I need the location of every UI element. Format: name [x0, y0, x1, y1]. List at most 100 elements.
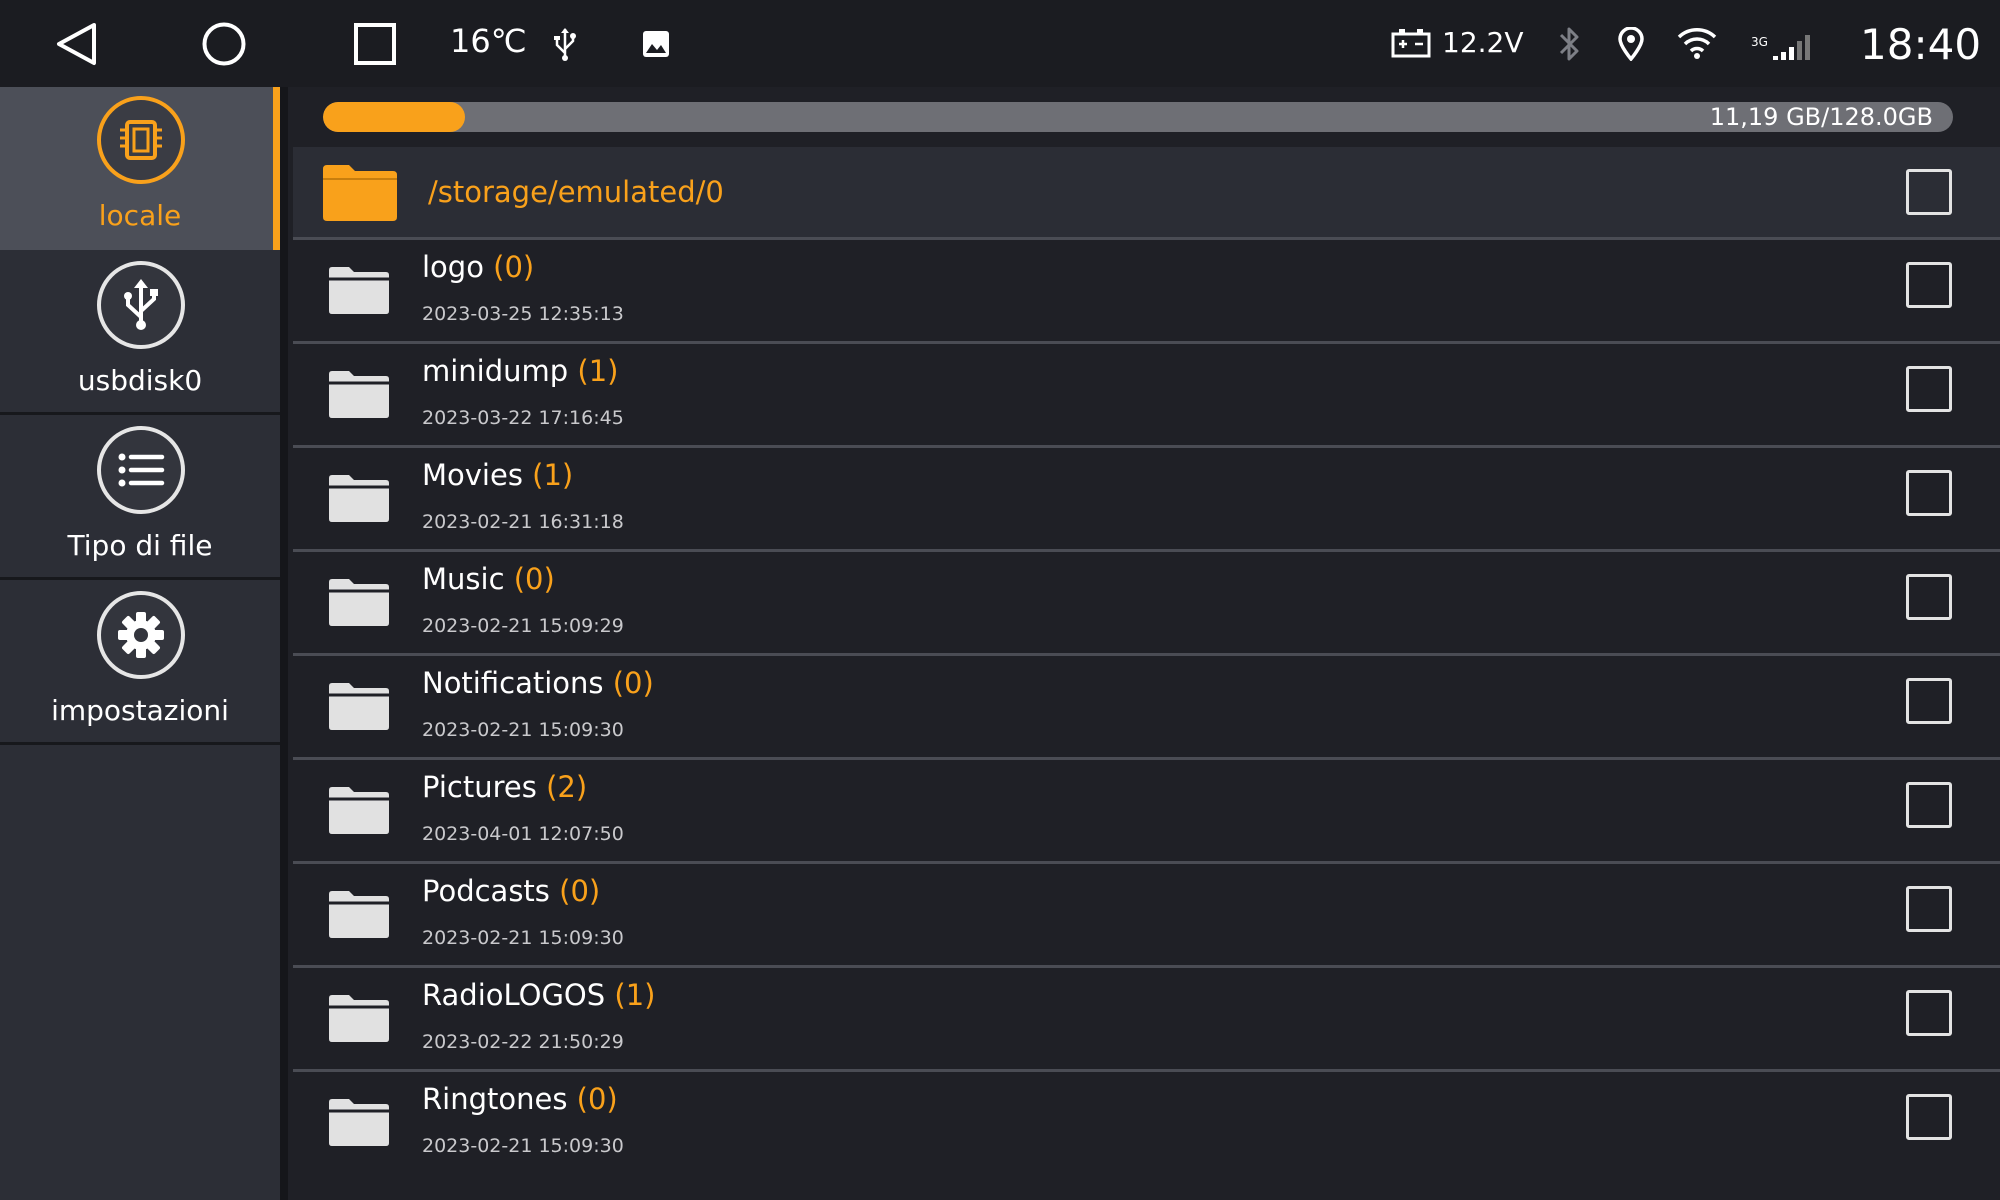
network-type-label: 3G: [1751, 35, 1768, 49]
bluetooth-icon: [1553, 24, 1585, 64]
sidebar: locale usbdisk0 Tipo di file impostazion…: [0, 87, 280, 1200]
sidebar-item-label: Tipo di file: [67, 529, 213, 562]
folder-open-icon: [323, 165, 397, 225]
voltage-text: 12.2V: [1442, 26, 1524, 59]
sidebar-divider: [280, 87, 288, 1200]
file-name: RadioLOGOS (1): [422, 978, 655, 1012]
file-name: Podcasts (0): [422, 874, 600, 908]
folder-name: Pictures: [422, 770, 537, 804]
file-date: 2023-04-01 12:07:50: [422, 823, 624, 845]
home-icon[interactable]: [198, 18, 250, 70]
item-count: (0): [612, 666, 654, 700]
battery-icon: [1390, 26, 1432, 60]
item-count: (0): [576, 1082, 618, 1116]
sidebar-item-tipo-di-file[interactable]: Tipo di file: [0, 417, 280, 580]
folder-icon: [329, 682, 389, 734]
row-checkbox[interactable]: [1906, 366, 1952, 412]
usb-icon: [97, 261, 185, 349]
item-count: (1): [532, 458, 574, 492]
folder-name: minidump: [422, 354, 569, 388]
file-name: Movies (1): [422, 458, 573, 492]
status-bar: 16℃ 12.2V 3G 18:40: [0, 0, 2000, 87]
sidebar-item-impostazioni[interactable]: impostazioni: [0, 582, 280, 745]
wifi-icon: [1675, 24, 1719, 62]
row-checkbox[interactable]: [1906, 262, 1952, 308]
file-row[interactable]: Music (0) 2023-02-21 15:09:29: [293, 549, 2000, 653]
file-row[interactable]: Podcasts (0) 2023-02-21 15:09:30: [293, 861, 2000, 965]
folder-name: Podcasts: [422, 874, 550, 908]
sidebar-item-label: usbdisk0: [77, 364, 203, 397]
file-name: Music (0): [422, 562, 555, 596]
back-icon[interactable]: [48, 18, 104, 70]
sidebar-item-locale[interactable]: locale: [0, 87, 280, 250]
file-row[interactable]: Pictures (2) 2023-04-01 12:07:50: [293, 757, 2000, 861]
signal-icon: [1770, 30, 1816, 64]
folder-name: Music: [422, 562, 505, 596]
item-count: (0): [513, 562, 555, 596]
file-row[interactable]: Notifications (0) 2023-02-21 15:09:30: [293, 653, 2000, 757]
file-row[interactable]: RadioLOGOS (1) 2023-02-22 21:50:29: [293, 965, 2000, 1069]
folder-icon: [329, 578, 389, 630]
file-row[interactable]: Movies (1) 2023-02-21 16:31:18: [293, 445, 2000, 549]
storage-usage-text: 11,19 GB/128.0GB: [1709, 103, 1933, 131]
storage-usage-fill: [323, 102, 465, 132]
select-all-checkbox[interactable]: [1906, 169, 1952, 215]
clock-text: 18:40: [1860, 20, 1982, 69]
item-count: (2): [546, 770, 588, 804]
storage-chip-icon: [97, 96, 185, 184]
sidebar-separator: [0, 412, 280, 415]
file-name: minidump (1): [422, 354, 619, 388]
row-checkbox[interactable]: [1906, 574, 1952, 620]
usb-icon: [550, 26, 580, 62]
file-name: logo (0): [422, 250, 534, 284]
storage-usage-bar: 11,19 GB/128.0GB: [323, 102, 1953, 132]
folder-icon: [329, 1098, 389, 1150]
row-checkbox[interactable]: [1906, 470, 1952, 516]
folder-icon: [329, 890, 389, 942]
image-icon: [640, 28, 672, 60]
current-path-row[interactable]: /storage/emulated/0: [293, 147, 2000, 237]
file-row[interactable]: Ringtones (0) 2023-02-21 15:09:30: [293, 1069, 2000, 1173]
sidebar-item-usbdisk0[interactable]: usbdisk0: [0, 252, 280, 415]
folder-name: logo: [422, 250, 484, 284]
file-row[interactable]: logo (0) 2023-03-25 12:35:13: [293, 237, 2000, 341]
row-checkbox[interactable]: [1906, 886, 1952, 932]
folder-icon: [329, 994, 389, 1046]
file-date: 2023-02-21 15:09:29: [422, 615, 624, 637]
row-checkbox[interactable]: [1906, 678, 1952, 724]
row-checkbox[interactable]: [1906, 782, 1952, 828]
file-date: 2023-03-22 17:16:45: [422, 407, 624, 429]
sidebar-separator: [0, 577, 280, 580]
gear-icon: [97, 591, 185, 679]
folder-icon: [329, 370, 389, 422]
file-row[interactable]: minidump (1) 2023-03-22 17:16:45: [293, 341, 2000, 445]
folder-icon: [329, 266, 389, 318]
file-name: Pictures (2): [422, 770, 587, 804]
file-date: 2023-02-21 15:09:30: [422, 1135, 624, 1157]
file-date: 2023-02-21 15:09:30: [422, 927, 624, 949]
folder-name: Ringtones: [422, 1082, 568, 1116]
current-path: /storage/emulated/0: [428, 175, 724, 209]
recents-icon[interactable]: [350, 20, 400, 68]
file-date: 2023-02-21 16:31:18: [422, 511, 624, 533]
folder-name: Notifications: [422, 666, 604, 700]
file-name: Ringtones (0): [422, 1082, 618, 1116]
item-count: (1): [577, 354, 619, 388]
item-count: (0): [559, 874, 601, 908]
item-count: (1): [614, 978, 656, 1012]
sidebar-separator: [0, 742, 280, 745]
active-indicator: [273, 87, 280, 250]
folder-name: RadioLOGOS: [422, 978, 606, 1012]
row-checkbox[interactable]: [1906, 1094, 1952, 1140]
file-date: 2023-03-25 12:35:13: [422, 303, 624, 325]
file-date: 2023-02-21 15:09:30: [422, 719, 624, 741]
folder-icon: [329, 786, 389, 838]
location-icon: [1615, 26, 1647, 62]
file-date: 2023-02-22 21:50:29: [422, 1031, 624, 1053]
sidebar-item-label: locale: [98, 199, 182, 232]
file-name: Notifications (0): [422, 666, 654, 700]
sidebar-item-label: impostazioni: [51, 694, 229, 727]
list-icon: [97, 426, 185, 514]
item-count: (0): [493, 250, 535, 284]
row-checkbox[interactable]: [1906, 990, 1952, 1036]
